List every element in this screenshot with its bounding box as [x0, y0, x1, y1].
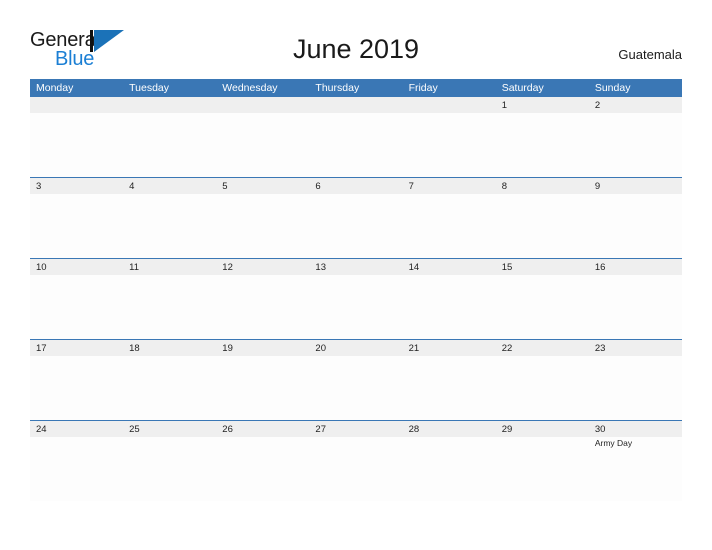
day-number: 11: [129, 262, 140, 273]
day-cell-17[interactable]: 17: [30, 340, 124, 420]
page-header: General Blue June 2019 Guatemala: [0, 0, 712, 78]
day-cell-28[interactable]: 28: [402, 421, 496, 501]
day-cell-9[interactable]: 9: [588, 178, 682, 258]
day-events: Army Day: [595, 438, 682, 449]
day-cell-1[interactable]: 1: [495, 97, 589, 177]
calendar-grid: Monday Tuesday Wednesday Thursday Friday Satu…: [30, 79, 682, 501]
day-cell-empty: [216, 97, 310, 177]
weekday-header-saturday: Saturday: [501, 82, 544, 94]
day-cell-4[interactable]: 4: [123, 178, 217, 258]
day-number: 10: [36, 262, 47, 273]
week-cells: 12: [30, 97, 682, 177]
day-number: 5: [222, 181, 228, 192]
week-cells: 3 4 5 6 7 8 9: [30, 178, 682, 258]
day-cell-20[interactable]: 20: [309, 340, 403, 420]
day-cell-2[interactable]: 2: [588, 97, 682, 177]
day-number: 19: [222, 343, 233, 354]
day-number: 4: [129, 181, 135, 192]
day-cell-19[interactable]: 19: [216, 340, 310, 420]
day-cell-3[interactable]: 3: [30, 178, 124, 258]
day-number: 2: [594, 100, 601, 111]
day-cell-empty: [402, 97, 496, 177]
day-cell-16[interactable]: 16: [588, 259, 682, 339]
day-cell-6[interactable]: 6: [309, 178, 403, 258]
week-cells: 10 11 12 13 14 15 16: [30, 259, 682, 339]
holiday-label: Army Day: [594, 438, 633, 448]
week-cells: 17 18 19 20 21 22 23: [30, 340, 682, 420]
day-number: 14: [408, 262, 420, 273]
day-number: 22: [501, 343, 513, 354]
day-number: [409, 98, 496, 113]
day-cell-8[interactable]: 8: [495, 178, 589, 258]
day-number: 13: [315, 262, 326, 273]
day-number: 16: [594, 262, 606, 273]
day-number: 24: [36, 424, 47, 435]
calendar-week-row: 24 25 26 27 28 29 30 Army Day: [30, 420, 682, 501]
weekday-header-thursday: Thursday: [315, 82, 360, 94]
day-cell-7[interactable]: 7: [402, 178, 496, 258]
weekday-header-monday: Monday: [36, 82, 74, 94]
day-cell-26[interactable]: 26: [216, 421, 310, 501]
day-number: 30: [594, 424, 606, 435]
day-cell-empty: [123, 97, 217, 177]
day-cell-5[interactable]: 5: [216, 178, 310, 258]
day-cell-15[interactable]: 15: [495, 259, 589, 339]
day-number: 28: [408, 424, 420, 435]
day-cell-21[interactable]: 21: [402, 340, 496, 420]
day-cell-24[interactable]: 24: [30, 421, 124, 501]
day-number: 6: [315, 181, 321, 192]
day-number: 20: [315, 343, 326, 354]
weekday-header-friday: Friday: [408, 82, 438, 94]
day-cell-22[interactable]: 22: [495, 340, 589, 420]
day-cell-23[interactable]: 23: [588, 340, 682, 420]
day-cell-18[interactable]: 18: [123, 340, 217, 420]
day-cell-11[interactable]: 11: [123, 259, 217, 339]
day-number: 8: [501, 181, 507, 192]
day-number: [129, 98, 216, 113]
day-number: 29: [501, 424, 513, 435]
day-number: [36, 98, 123, 113]
weekday-header-tuesday: Tuesday: [129, 82, 170, 94]
day-number: 25: [129, 424, 140, 435]
day-number: [222, 98, 309, 113]
day-number: 9: [594, 181, 601, 192]
day-number: 15: [501, 262, 513, 273]
day-number: 12: [222, 262, 233, 273]
day-cell-empty: [30, 97, 124, 177]
day-cell-10[interactable]: 10: [30, 259, 124, 339]
day-number: 3: [36, 181, 42, 192]
day-number: 27: [315, 424, 326, 435]
day-cell-12[interactable]: 12: [216, 259, 310, 339]
day-number: 17: [36, 343, 47, 354]
day-number: 7: [408, 181, 414, 192]
calendar-weeks: 1 2 3 4 5 6 7 8 9 10 11 12 13 14 15 16 17 18 19 20 21 22 23 24 2…: [30, 97, 682, 501]
day-number: 21: [408, 343, 420, 354]
day-number: [315, 98, 402, 113]
day-number: 1: [501, 100, 507, 111]
calendar-week-row: 17 18 19 20 21 22 23: [30, 339, 682, 420]
country-label: Guatemala: [618, 47, 682, 62]
day-cell-empty: [309, 97, 403, 177]
weekday-header-row: Monday Tuesday Wednesday Thursday Friday Satu…: [30, 79, 682, 97]
day-cell-30[interactable]: 30 Army Day: [588, 421, 682, 501]
day-cell-25[interactable]: 25: [123, 421, 217, 501]
day-number: 23: [594, 343, 606, 354]
day-number: 26: [222, 424, 233, 435]
day-cell-27[interactable]: 27: [309, 421, 403, 501]
day-cell-13[interactable]: 13: [309, 259, 403, 339]
day-cell-29[interactable]: 29: [495, 421, 589, 501]
weekday-header-wednesday: Wednesday: [222, 82, 278, 94]
calendar-week-row: 3 4 5 6 7 8 9: [30, 177, 682, 258]
day-number: 18: [129, 343, 140, 354]
page-title: June 2019: [292, 34, 420, 64]
week-cells: 24 25 26 27 28 29 30 Army Day: [30, 421, 682, 501]
calendar-week-row: 10 11 12 13 14 15 16: [30, 258, 682, 339]
day-cell-14[interactable]: 14: [402, 259, 496, 339]
calendar-week-row: 12: [30, 97, 682, 177]
weekday-header-sunday: Sunday: [594, 82, 631, 94]
